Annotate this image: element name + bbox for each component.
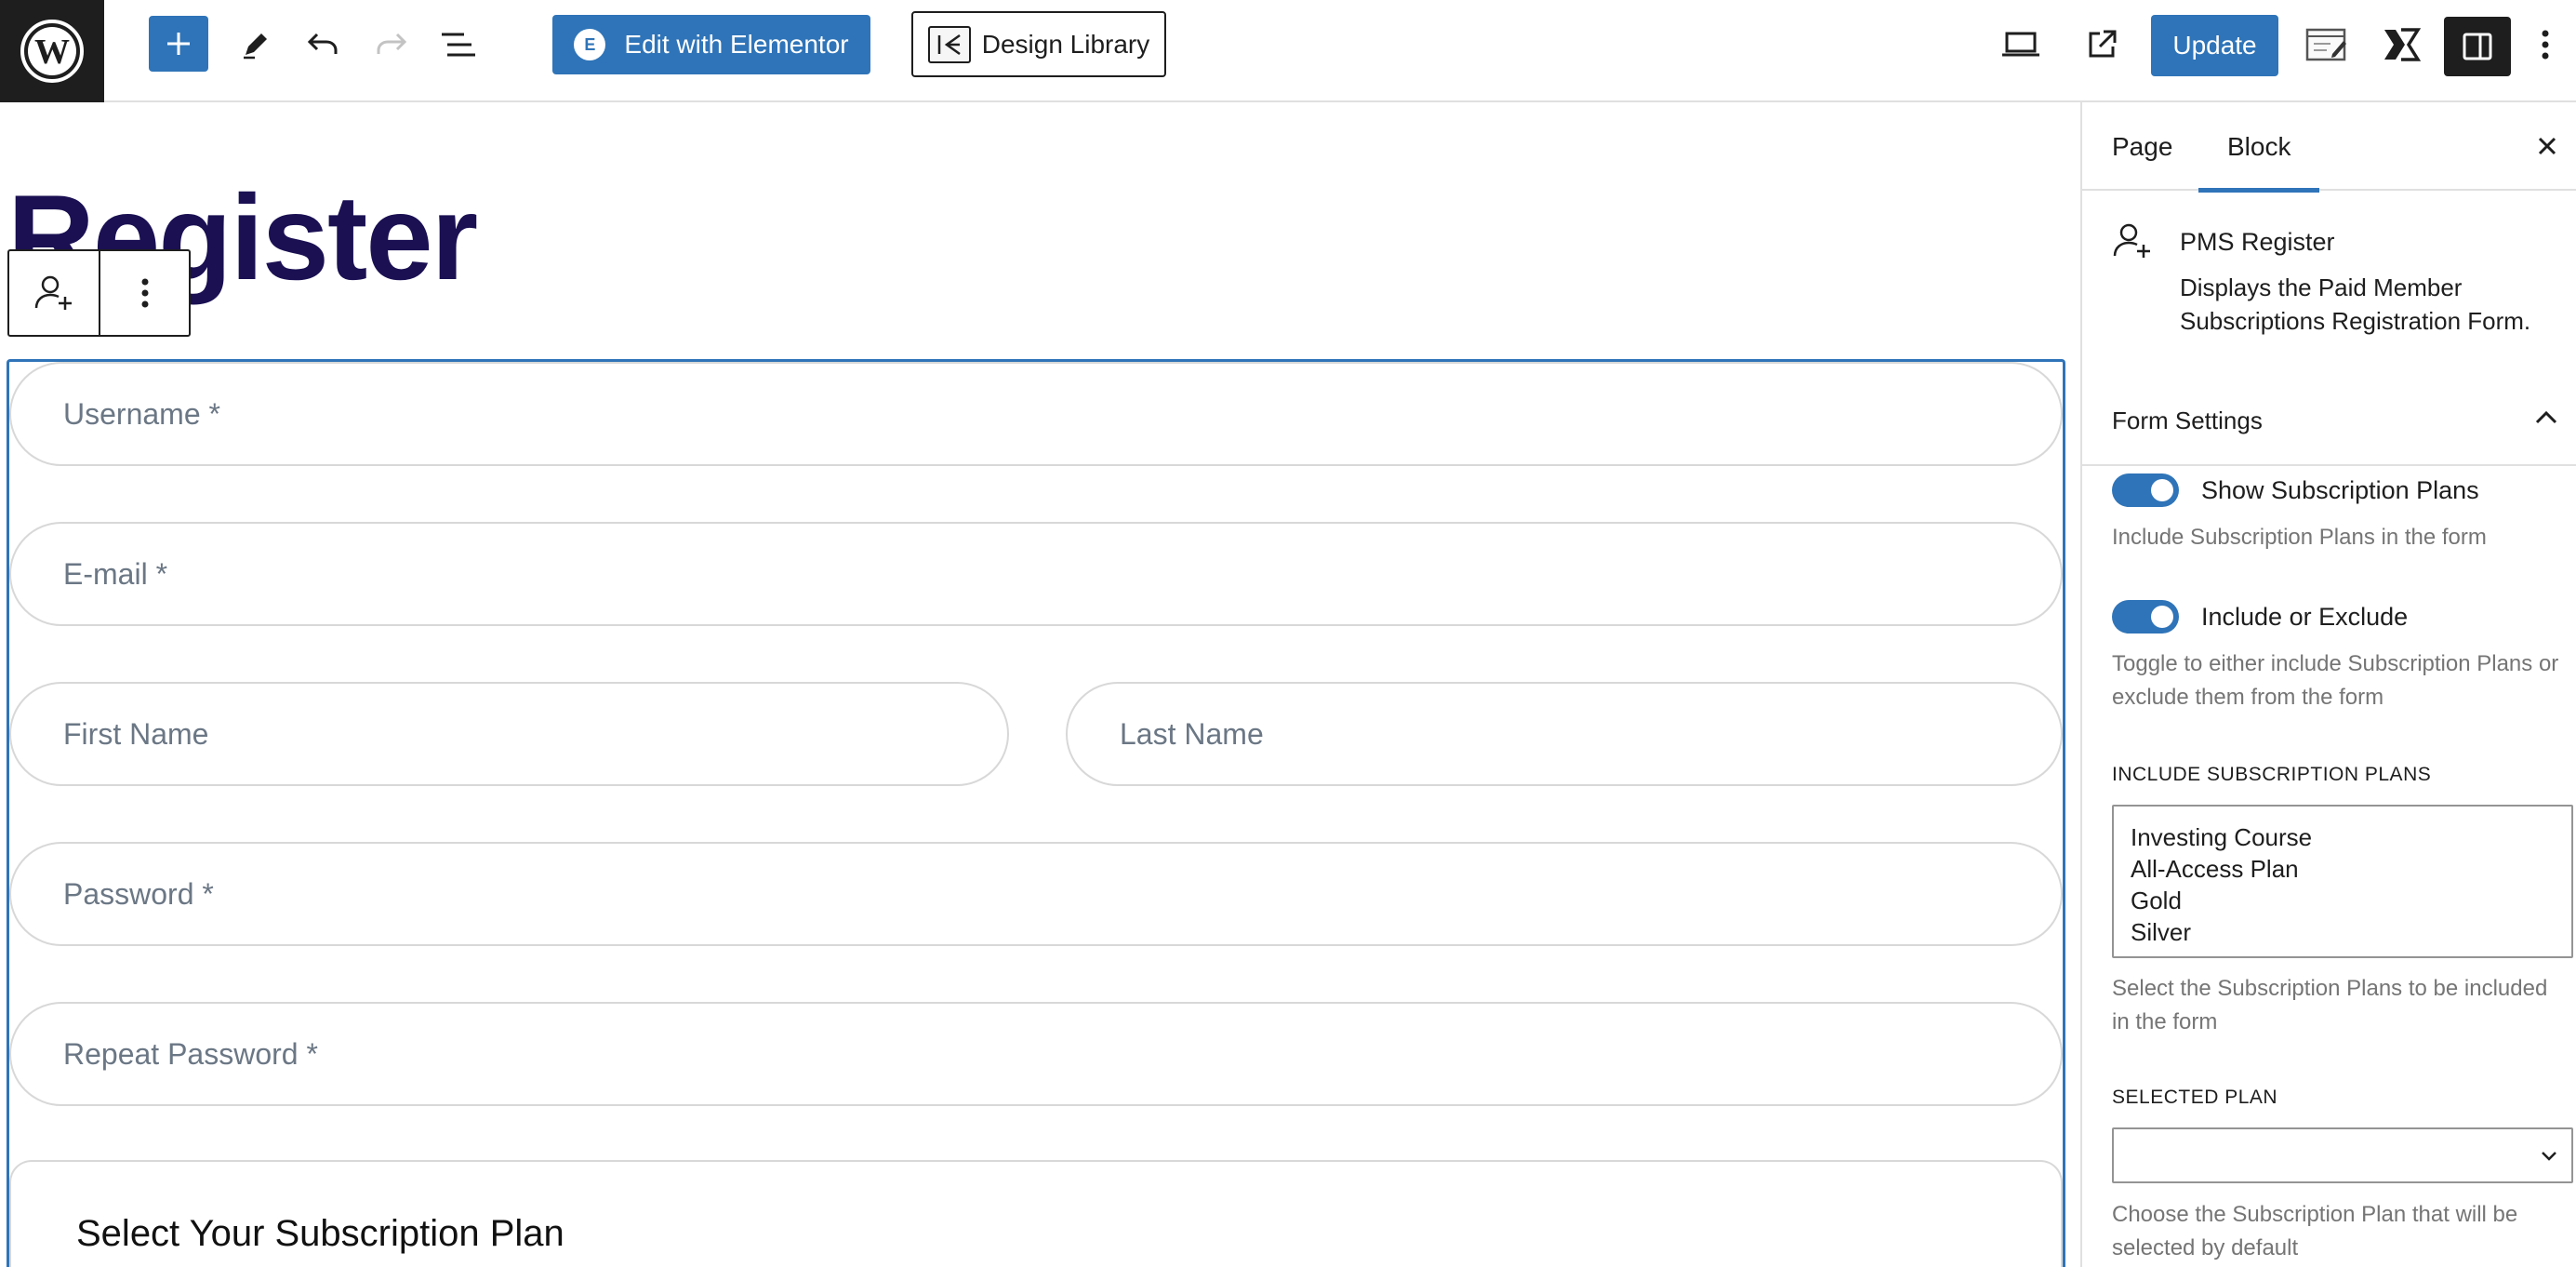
sidebar-panel-icon	[2463, 33, 2492, 60]
elementor-kit-button[interactable]	[2373, 17, 2429, 73]
plan-option[interactable]: Investing Course	[2131, 821, 2555, 853]
password-placeholder: Password *	[63, 876, 214, 911]
kit-logo-icon	[2384, 28, 2422, 61]
undo-button[interactable]	[296, 17, 352, 73]
selected-plan-select[interactable]	[2112, 1127, 2573, 1183]
external-link-icon	[2089, 30, 2117, 58]
pencil-icon	[244, 33, 267, 60]
selected-plan-label: SELECTED PLAN	[2112, 1087, 2278, 1108]
tools-button[interactable]	[228, 17, 284, 73]
show-subscription-plans-help: Include Subscription Plans in the form	[2112, 525, 2487, 550]
repeat-password-placeholder: Repeat Password *	[63, 1036, 318, 1071]
options-menu-button[interactable]	[2522, 17, 2569, 73]
include-plans-multiselect[interactable]: Investing Course All-Access Plan Gold Si…	[2112, 805, 2573, 958]
last-name-field[interactable]: Last Name	[1066, 682, 2063, 786]
document-overview-button[interactable]	[431, 17, 486, 73]
email-field[interactable]: E-mail *	[9, 522, 2063, 626]
laptop-icon	[2002, 32, 2039, 57]
first-name-placeholder: First Name	[63, 716, 209, 751]
tab-block-label: Block	[2227, 131, 2291, 161]
add-block-button[interactable]	[149, 16, 208, 72]
email-placeholder: E-mail *	[63, 556, 168, 591]
wordpress-icon: W	[20, 20, 84, 83]
username-field[interactable]: Username *	[9, 362, 2063, 466]
design-library-label: Design Library	[981, 29, 1150, 59]
show-subscription-plans-label: Show Subscription Plans	[2201, 475, 2479, 504]
redo-icon	[377, 33, 407, 54]
undo-icon	[307, 33, 338, 54]
wordpress-logo-button[interactable]: W	[0, 0, 104, 102]
user-add-icon	[2112, 220, 2153, 266]
block-description: Displays the Paid Member Subscriptions R…	[2180, 273, 2531, 335]
edit-with-elementor-label: Edit with Elementor	[624, 30, 849, 59]
form-settings-title: Form Settings	[2112, 407, 2263, 434]
design-library-button[interactable]: Design Library	[911, 11, 1166, 77]
show-subscription-plans-toggle[interactable]	[2112, 473, 2179, 507]
subscription-plan-section: Select Your Subscription Plan	[9, 1160, 2063, 1267]
tab-page[interactable]: Page	[2112, 102, 2172, 191]
username-placeholder: Username *	[63, 396, 220, 431]
editor-canvas: Register Username * E-mail * First Name …	[0, 102, 2080, 1267]
block-toolbar	[7, 249, 191, 337]
update-button[interactable]: Update	[2151, 15, 2278, 76]
preview-button[interactable]	[1993, 17, 2049, 73]
pms-register-block[interactable]	[7, 359, 2065, 1267]
password-field[interactable]: Password *	[9, 842, 2063, 946]
include-exclude-row: Include or Exclude	[2112, 600, 2408, 634]
settings-sidebar-toggle[interactable]	[2444, 17, 2511, 76]
elementor-icon: E	[574, 29, 606, 60]
last-name-placeholder: Last Name	[1120, 716, 1264, 751]
block-editor: W E Edit with Elementor Design Library U…	[0, 0, 2576, 1267]
show-subscription-plans-row: Show Subscription Plans	[2112, 473, 2479, 507]
include-exclude-label: Include or Exclude	[2201, 602, 2409, 631]
sidebar-tabs: Page Block	[2082, 102, 2576, 193]
form-settings-panel-toggle[interactable]: Form Settings	[2112, 407, 2263, 435]
notepad-icon	[2305, 28, 2346, 61]
edit-with-elementor-button[interactable]: E Edit with Elementor	[552, 15, 870, 74]
chevron-up-icon[interactable]	[2533, 407, 2559, 433]
more-vertical-icon	[2542, 30, 2549, 60]
include-plans-label: INCLUDE SUBSCRIPTION PLANS	[2112, 764, 2432, 785]
svg-text:W: W	[34, 33, 70, 72]
include-plans-help: Select the Subscription Plans to be incl…	[2112, 976, 2548, 1034]
chevron-down-icon	[2542, 1152, 2556, 1161]
block-name: PMS Register	[2180, 228, 2335, 256]
more-vertical-icon	[141, 278, 149, 308]
update-label: Update	[2172, 31, 2257, 60]
close-icon	[2538, 137, 2556, 155]
plan-option[interactable]: Silver	[2131, 916, 2555, 948]
block-type-button[interactable]	[9, 251, 99, 335]
tab-block[interactable]: Block	[2198, 102, 2320, 193]
selected-plan-help: Choose the Subscription Plan that will b…	[2112, 1202, 2518, 1260]
redo-button[interactable]	[363, 17, 418, 73]
tab-page-label: Page	[2112, 131, 2173, 161]
user-add-icon	[34, 275, 73, 310]
include-exclude-toggle[interactable]	[2112, 600, 2179, 634]
plan-option[interactable]: All-Access Plan	[2131, 853, 2555, 885]
editor-plugin-button[interactable]	[2297, 17, 2357, 73]
subscription-plan-heading: Select Your Subscription Plan	[76, 1213, 564, 1254]
close-sidebar-button[interactable]	[2526, 125, 2569, 167]
block-options-button[interactable]	[99, 251, 189, 335]
settings-sidebar: Page Block PMS Register Displays the Pai	[2080, 102, 2576, 1267]
view-page-button[interactable]	[2074, 17, 2130, 73]
include-exclude-help: Toggle to either include Subscription Pl…	[2112, 651, 2559, 710]
list-view-icon	[442, 33, 475, 57]
editor-toolbar: W E Edit with Elementor Design Library U…	[0, 0, 2576, 102]
first-name-field[interactable]: First Name	[9, 682, 1009, 786]
plan-option[interactable]: Gold	[2131, 885, 2555, 916]
repeat-password-field[interactable]: Repeat Password *	[9, 1002, 2063, 1106]
design-library-icon	[927, 25, 971, 63]
plus-icon	[167, 33, 190, 55]
